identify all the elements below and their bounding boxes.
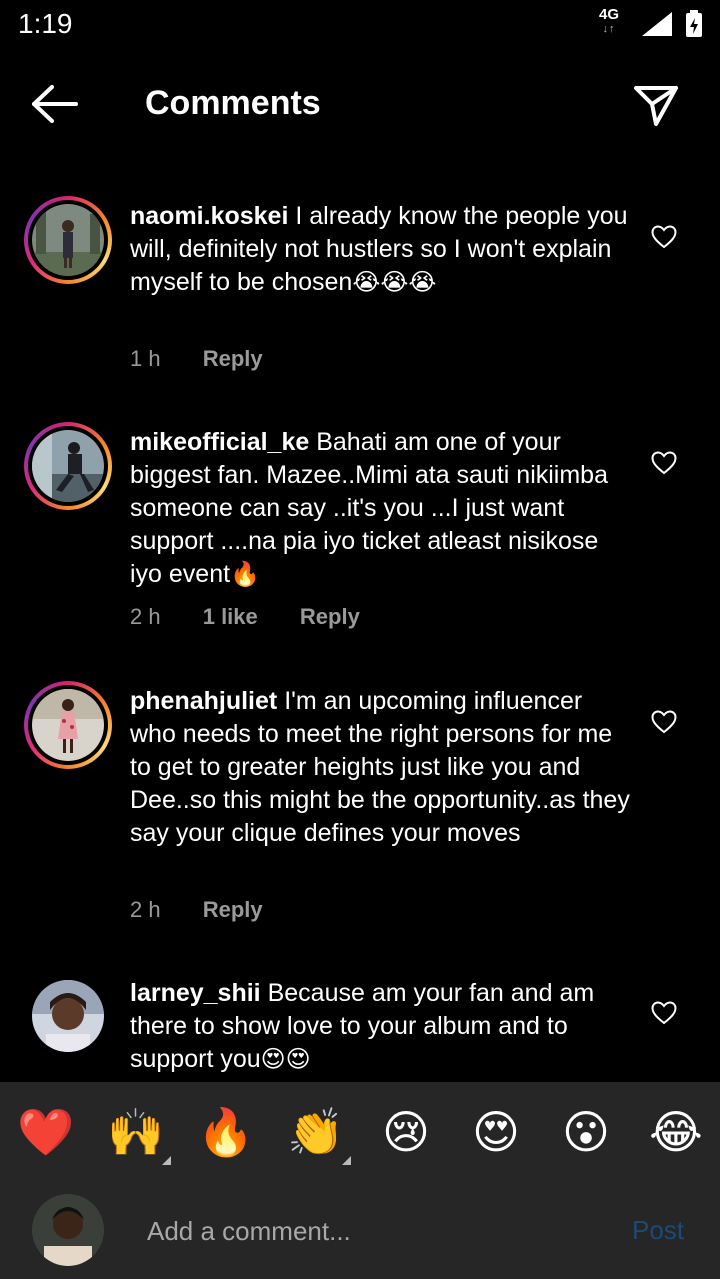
avatar-story-ring[interactable] bbox=[24, 422, 112, 510]
reaction-laughing[interactable]: 😂 bbox=[644, 1100, 708, 1164]
battery-icon bbox=[686, 10, 702, 37]
page-title: Comments bbox=[145, 84, 321, 122]
avatar bbox=[32, 430, 104, 502]
reaction-sad[interactable]: 😢 bbox=[374, 1100, 438, 1164]
avatar-story-ring[interactable] bbox=[24, 196, 112, 284]
comment-emoji: 🔥 bbox=[230, 561, 260, 588]
comment-emoji: 😍😍 bbox=[260, 1046, 311, 1073]
avatar[interactable] bbox=[32, 980, 104, 1052]
status-time: 1:19 bbox=[18, 8, 73, 39]
back-arrow-icon[interactable] bbox=[30, 84, 80, 124]
comment-meta: 2 h Reply bbox=[130, 897, 299, 923]
reply-button[interactable]: Reply bbox=[203, 897, 263, 922]
avatar bbox=[32, 689, 104, 761]
reaction-fire[interactable]: 🔥 bbox=[194, 1100, 258, 1164]
comment-username[interactable]: mikeofficial_ke bbox=[130, 428, 309, 456]
comment-text: larney_shii Because am your fan and am t… bbox=[130, 977, 630, 1076]
like-heart-icon[interactable] bbox=[651, 1001, 677, 1025]
network-indicator: 4G ↓↑ bbox=[599, 6, 620, 36]
comment-meta: 1 h Reply bbox=[130, 346, 299, 372]
comment-time: 2 h bbox=[130, 604, 161, 629]
comment-username[interactable]: larney_shii bbox=[130, 979, 261, 1007]
comment-time: 1 h bbox=[130, 346, 161, 371]
comment-input[interactable] bbox=[145, 1210, 589, 1252]
likes-count[interactable]: 1 like bbox=[203, 604, 258, 629]
like-heart-icon[interactable] bbox=[651, 225, 677, 249]
comments-header: Comments bbox=[0, 60, 720, 150]
direct-share-icon[interactable] bbox=[632, 82, 680, 130]
reaction-surprised[interactable]: 😮 bbox=[554, 1100, 618, 1164]
skin-tone-corner-icon bbox=[342, 1156, 351, 1165]
comment-emoji: 😭😭😭 bbox=[352, 269, 437, 296]
like-heart-icon[interactable] bbox=[651, 710, 677, 734]
comment-time: 2 h bbox=[130, 897, 161, 922]
reaction-clap[interactable]: 👏 bbox=[284, 1100, 348, 1164]
like-heart-icon[interactable] bbox=[651, 451, 677, 475]
status-bar: 1:19 4G ↓↑ bbox=[0, 0, 720, 50]
comment-text: phenahjuliet I'm an upcoming influencer … bbox=[130, 685, 630, 850]
comment-text: mikeofficial_ke Bahati am one of your bi… bbox=[130, 426, 630, 591]
reply-button[interactable]: Reply bbox=[203, 346, 263, 371]
data-arrows-icon: ↓↑ bbox=[602, 23, 616, 35]
current-user-avatar bbox=[32, 1194, 104, 1266]
comment-meta: 2 h 1 like Reply bbox=[130, 604, 396, 630]
comment-username[interactable]: naomi.koskei bbox=[130, 202, 288, 230]
reaction-raised-hands[interactable]: 🙌 bbox=[104, 1100, 168, 1164]
skin-tone-corner-icon bbox=[162, 1156, 171, 1165]
comment-composer-panel: ❤️ 🙌 🔥 👏 😢 😍 😮 😂 Post bbox=[0, 1082, 720, 1279]
avatar-story-ring[interactable] bbox=[24, 681, 112, 769]
reply-button[interactable]: Reply bbox=[300, 604, 360, 629]
network-type: 4G bbox=[599, 6, 620, 23]
comment-text: naomi.koskei I already know the people y… bbox=[130, 200, 630, 299]
comment-username[interactable]: phenahjuliet bbox=[130, 687, 277, 715]
avatar bbox=[32, 204, 104, 276]
quick-reactions-bar: ❤️ 🙌 🔥 👏 😢 😍 😮 😂 bbox=[0, 1100, 720, 1170]
post-button[interactable]: Post bbox=[632, 1215, 684, 1246]
signal-icon bbox=[642, 12, 672, 36]
reaction-heart-eyes[interactable]: 😍 bbox=[464, 1100, 528, 1164]
reaction-heart[interactable]: ❤️ bbox=[14, 1100, 78, 1164]
